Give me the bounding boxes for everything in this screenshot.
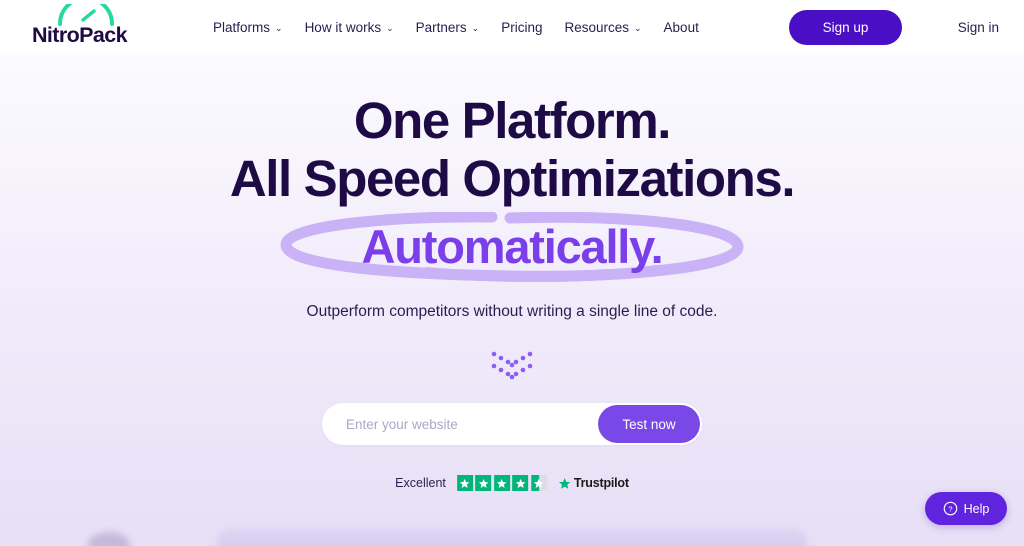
trustpilot-star-icon — [558, 477, 571, 489]
star-half-icon — [530, 475, 547, 491]
nav-item-about[interactable]: About — [664, 20, 699, 35]
site-header: NitroPack Platforms ⌄ How it works ⌄ Par… — [0, 0, 1024, 55]
help-label: Help — [963, 501, 990, 516]
nav-label-pricing: Pricing — [501, 20, 543, 35]
product-screenshot-peek — [217, 528, 807, 546]
rating-label: Excellent — [395, 476, 446, 490]
nav-item-resources[interactable]: Resources ⌄ — [564, 20, 641, 35]
nav-item-how-it-works[interactable]: How it works ⌄ — [305, 20, 394, 35]
help-button[interactable]: ? Help — [925, 492, 1007, 525]
sign-up-button[interactable]: Sign up — [789, 10, 902, 45]
chevron-down-icon: ⌄ — [634, 23, 642, 33]
website-test-form: Test now — [322, 403, 702, 445]
nav-label-partners: Partners — [415, 20, 467, 35]
trustpilot-wordmark: Trustpilot — [573, 476, 629, 490]
star-icon — [512, 475, 529, 491]
headline-line-1: One Platform. — [353, 92, 672, 149]
highlight-word-container: Automatically. — [0, 212, 1024, 282]
nav-item-partners[interactable]: Partners ⌄ — [416, 20, 480, 35]
chevron-down-icon: ⌄ — [386, 23, 394, 33]
logo-wordmark: NitroPack — [32, 23, 128, 47]
nav-label-resources: Resources — [564, 20, 629, 35]
nitropack-logo[interactable]: NitroPack — [22, 4, 137, 50]
test-now-button[interactable]: Test now — [598, 405, 700, 443]
star-icon — [456, 475, 473, 491]
svg-text:?: ? — [948, 504, 952, 513]
chevron-down-icon: ⌄ — [275, 23, 283, 33]
dotted-chevron-down-icon — [491, 351, 533, 380]
hero-subtitle: Outperform competitors without writing a… — [306, 303, 718, 320]
main-navigation: Platforms ⌄ How it works ⌄ Partners ⌄ Pr… — [213, 0, 699, 55]
nav-label-platforms: Platforms — [213, 20, 271, 35]
highlight-word: Automatically. — [361, 220, 664, 273]
page-title: One Platform. All Speed Optimizations. — [0, 92, 1024, 208]
question-circle-icon: ? — [943, 501, 957, 516]
nav-item-platforms[interactable]: Platforms ⌄ — [213, 20, 283, 35]
star-icon — [493, 475, 510, 491]
trustpilot-logo: Trustpilot — [558, 476, 629, 490]
hero-section: One Platform. All Speed Optimizations. A… — [0, 55, 1024, 546]
search-input[interactable] — [322, 403, 598, 445]
nav-label-about: About — [663, 20, 699, 35]
headline-line-2: All Speed Optimizations. — [229, 150, 796, 207]
trustpilot-rating[interactable]: Excellent Trustpilot — [395, 473, 629, 493]
nav-label-how-it-works: How it works — [304, 20, 382, 35]
star-rating — [456, 475, 547, 491]
chevron-down-icon: ⌄ — [471, 23, 480, 33]
star-icon — [475, 475, 492, 491]
sign-in-link[interactable]: Sign in — [958, 20, 999, 35]
nav-item-pricing[interactable]: Pricing — [501, 20, 542, 35]
decorative-blob — [88, 532, 130, 546]
